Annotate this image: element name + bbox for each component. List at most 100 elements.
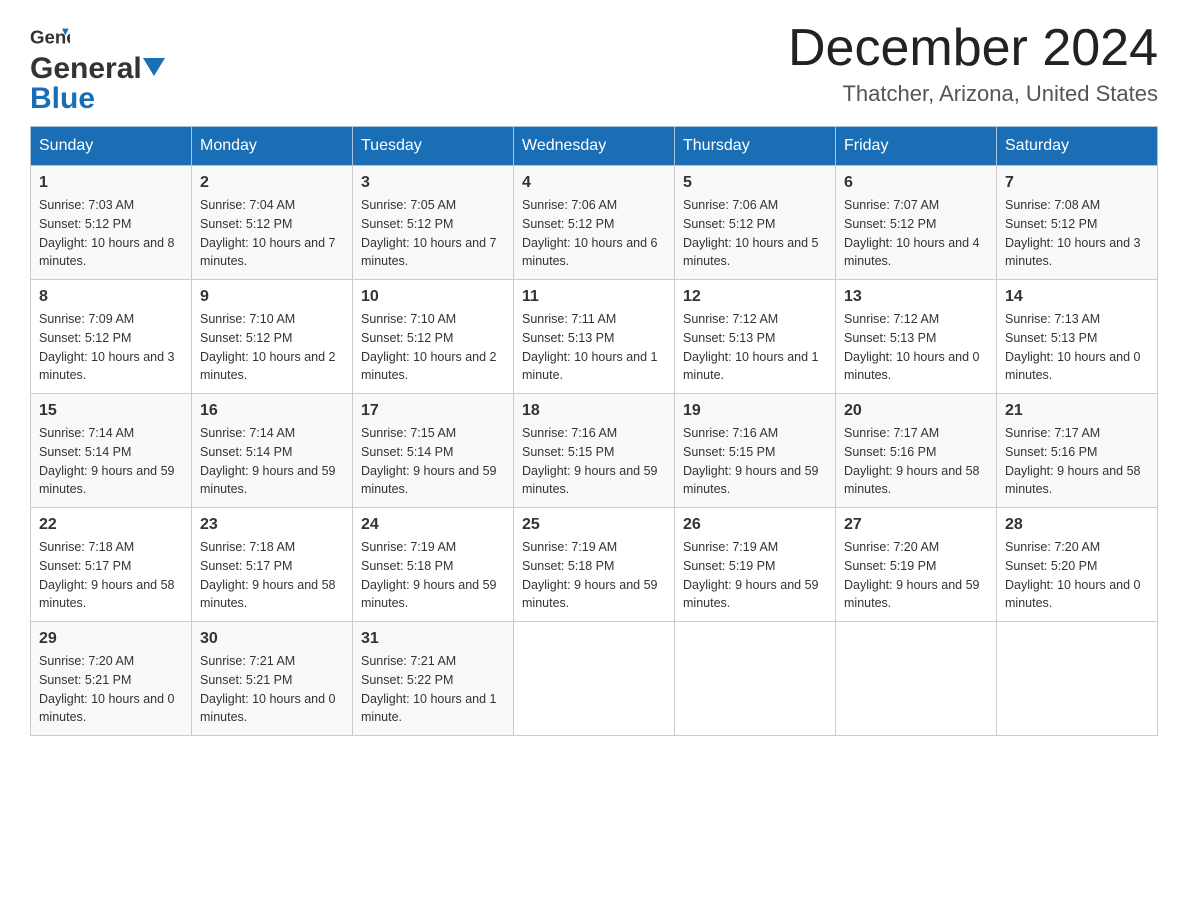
- calendar-cell: 30 Sunrise: 7:21 AMSunset: 5:21 PMDayligh…: [192, 622, 353, 736]
- day-number: 29: [39, 630, 183, 648]
- title-block: December 2024 Thatcher, Arizona, United …: [788, 20, 1158, 107]
- day-info: Sunrise: 7:07 AMSunset: 5:12 PMDaylight:…: [844, 196, 988, 271]
- calendar-cell: 26 Sunrise: 7:19 AMSunset: 5:19 PMDayligh…: [675, 508, 836, 622]
- calendar-cell: 12 Sunrise: 7:12 AMSunset: 5:13 PMDayligh…: [675, 280, 836, 394]
- col-header-monday: Monday: [192, 127, 353, 166]
- day-number: 31: [361, 630, 505, 648]
- day-info: Sunrise: 7:03 AMSunset: 5:12 PMDaylight:…: [39, 196, 183, 271]
- calendar-cell: 22 Sunrise: 7:18 AMSunset: 5:17 PMDayligh…: [31, 508, 192, 622]
- day-number: 7: [1005, 174, 1149, 192]
- calendar-cell: 16 Sunrise: 7:14 AMSunset: 5:14 PMDayligh…: [192, 394, 353, 508]
- calendar-cell: 9 Sunrise: 7:10 AMSunset: 5:12 PMDaylight…: [192, 280, 353, 394]
- calendar-cell: 2 Sunrise: 7:04 AMSunset: 5:12 PMDaylight…: [192, 166, 353, 280]
- week-row-3: 15Sunrise: 7:14 AMSunset: 5:14 PMDayligh…: [31, 394, 1158, 508]
- calendar-cell: 10Sunrise: 7:10 AMSunset: 5:12 PMDayligh…: [353, 280, 514, 394]
- day-info: Sunrise: 7:16 AMSunset: 5:15 PMDaylight:…: [522, 424, 666, 499]
- day-number: 18: [522, 402, 666, 420]
- day-number: 26: [683, 516, 827, 534]
- logo-blue: Blue: [30, 82, 95, 115]
- calendar-cell: [675, 622, 836, 736]
- calendar-cell: 1 Sunrise: 7:03 AMSunset: 5:12 PMDaylight…: [31, 166, 192, 280]
- day-number: 24: [361, 516, 505, 534]
- col-header-friday: Friday: [836, 127, 997, 166]
- day-number: 20: [844, 402, 988, 420]
- calendar-cell: 21 Sunrise: 7:17 AMSunset: 5:16 PMDayligh…: [997, 394, 1158, 508]
- day-info: Sunrise: 7:04 AMSunset: 5:12 PMDaylight:…: [200, 196, 344, 271]
- day-info: Sunrise: 7:21 AMSunset: 5:21 PMDaylight:…: [200, 652, 344, 727]
- day-info: Sunrise: 7:21 AMSunset: 5:22 PMDaylight:…: [361, 652, 505, 727]
- day-info: Sunrise: 7:10 AMSunset: 5:12 PMDaylight:…: [200, 310, 344, 385]
- calendar-cell: 4 Sunrise: 7:06 AMSunset: 5:12 PMDaylight…: [514, 166, 675, 280]
- calendar-cell: 15Sunrise: 7:14 AMSunset: 5:14 PMDayligh…: [31, 394, 192, 508]
- day-number: 11: [522, 288, 666, 306]
- calendar-cell: 3Sunrise: 7:05 AMSunset: 5:12 PMDaylight…: [353, 166, 514, 280]
- day-number: 30: [200, 630, 344, 648]
- day-info: Sunrise: 7:09 AMSunset: 5:12 PMDaylight:…: [39, 310, 183, 385]
- day-number: 6: [844, 174, 988, 192]
- day-info: Sunrise: 7:18 AMSunset: 5:17 PMDaylight:…: [39, 538, 183, 613]
- day-info: Sunrise: 7:12 AMSunset: 5:13 PMDaylight:…: [844, 310, 988, 385]
- day-number: 2: [200, 174, 344, 192]
- day-info: Sunrise: 7:19 AMSunset: 5:19 PMDaylight:…: [683, 538, 827, 613]
- calendar-cell: 6 Sunrise: 7:07 AMSunset: 5:12 PMDaylight…: [836, 166, 997, 280]
- calendar-cell: 18 Sunrise: 7:16 AMSunset: 5:15 PMDayligh…: [514, 394, 675, 508]
- day-number: 12: [683, 288, 827, 306]
- calendar-cell: [836, 622, 997, 736]
- day-number: 14: [1005, 288, 1149, 306]
- day-info: Sunrise: 7:16 AMSunset: 5:15 PMDaylight:…: [683, 424, 827, 499]
- calendar-cell: 23 Sunrise: 7:18 AMSunset: 5:17 PMDayligh…: [192, 508, 353, 622]
- col-header-sunday: Sunday: [31, 127, 192, 166]
- calendar-cell: 27Sunrise: 7:20 AMSunset: 5:19 PMDayligh…: [836, 508, 997, 622]
- calendar-cell: [997, 622, 1158, 736]
- calendar-cell: 19Sunrise: 7:16 AMSunset: 5:15 PMDayligh…: [675, 394, 836, 508]
- day-info: Sunrise: 7:19 AMSunset: 5:18 PMDaylight:…: [361, 538, 505, 613]
- day-info: Sunrise: 7:20 AMSunset: 5:20 PMDaylight:…: [1005, 538, 1149, 613]
- location-title: Thatcher, Arizona, United States: [788, 81, 1158, 107]
- day-info: Sunrise: 7:20 AMSunset: 5:19 PMDaylight:…: [844, 538, 988, 613]
- calendar-cell: 13 Sunrise: 7:12 AMSunset: 5:13 PMDayligh…: [836, 280, 997, 394]
- day-number: 17: [361, 402, 505, 420]
- day-number: 22: [39, 516, 183, 534]
- col-header-saturday: Saturday: [997, 127, 1158, 166]
- day-number: 3: [361, 174, 505, 192]
- calendar-cell: [514, 622, 675, 736]
- day-info: Sunrise: 7:11 AMSunset: 5:13 PMDaylight:…: [522, 310, 666, 385]
- week-row-5: 29Sunrise: 7:20 AMSunset: 5:21 PMDayligh…: [31, 622, 1158, 736]
- days-of-week-row: SundayMondayTuesdayWednesdayThursdayFrid…: [31, 127, 1158, 166]
- calendar-cell: 11 Sunrise: 7:11 AMSunset: 5:13 PMDayligh…: [514, 280, 675, 394]
- calendar-cell: 20 Sunrise: 7:17 AMSunset: 5:16 PMDayligh…: [836, 394, 997, 508]
- calendar-cell: 17 Sunrise: 7:15 AMSunset: 5:14 PMDayligh…: [353, 394, 514, 508]
- day-number: 16: [200, 402, 344, 420]
- calendar-cell: 14Sunrise: 7:13 AMSunset: 5:13 PMDayligh…: [997, 280, 1158, 394]
- day-number: 28: [1005, 516, 1149, 534]
- day-info: Sunrise: 7:17 AMSunset: 5:16 PMDaylight:…: [844, 424, 988, 499]
- day-number: 9: [200, 288, 344, 306]
- day-number: 23: [200, 516, 344, 534]
- logo-triangle-icon: [143, 58, 165, 76]
- day-number: 10: [361, 288, 505, 306]
- page-header: General General Blue December 2024 Thatc…: [30, 20, 1158, 116]
- day-number: 4: [522, 174, 666, 192]
- week-row-4: 22 Sunrise: 7:18 AMSunset: 5:17 PMDayligh…: [31, 508, 1158, 622]
- calendar-cell: 24 Sunrise: 7:19 AMSunset: 5:18 PMDayligh…: [353, 508, 514, 622]
- day-number: 8: [39, 288, 183, 306]
- day-number: 13: [844, 288, 988, 306]
- day-info: Sunrise: 7:14 AMSunset: 5:14 PMDaylight:…: [200, 424, 344, 499]
- calendar-cell: 28 Sunrise: 7:20 AMSunset: 5:20 PMDayligh…: [997, 508, 1158, 622]
- calendar-cell: 5Sunrise: 7:06 AMSunset: 5:12 PMDaylight…: [675, 166, 836, 280]
- day-info: Sunrise: 7:18 AMSunset: 5:17 PMDaylight:…: [200, 538, 344, 613]
- day-number: 21: [1005, 402, 1149, 420]
- col-header-wednesday: Wednesday: [514, 127, 675, 166]
- day-info: Sunrise: 7:06 AMSunset: 5:12 PMDaylight:…: [522, 196, 666, 271]
- col-header-tuesday: Tuesday: [353, 127, 514, 166]
- week-row-2: 8 Sunrise: 7:09 AMSunset: 5:12 PMDaylight…: [31, 280, 1158, 394]
- day-info: Sunrise: 7:14 AMSunset: 5:14 PMDaylight:…: [39, 424, 183, 499]
- day-info: Sunrise: 7:15 AMSunset: 5:14 PMDaylight:…: [361, 424, 505, 499]
- logo-general: General: [30, 52, 142, 86]
- day-info: Sunrise: 7:12 AMSunset: 5:13 PMDaylight:…: [683, 310, 827, 385]
- month-title: December 2024: [788, 20, 1158, 77]
- day-info: Sunrise: 7:17 AMSunset: 5:16 PMDaylight:…: [1005, 424, 1149, 499]
- day-number: 1: [39, 174, 183, 192]
- week-row-1: 1 Sunrise: 7:03 AMSunset: 5:12 PMDaylight…: [31, 166, 1158, 280]
- calendar-header: SundayMondayTuesdayWednesdayThursdayFrid…: [31, 127, 1158, 166]
